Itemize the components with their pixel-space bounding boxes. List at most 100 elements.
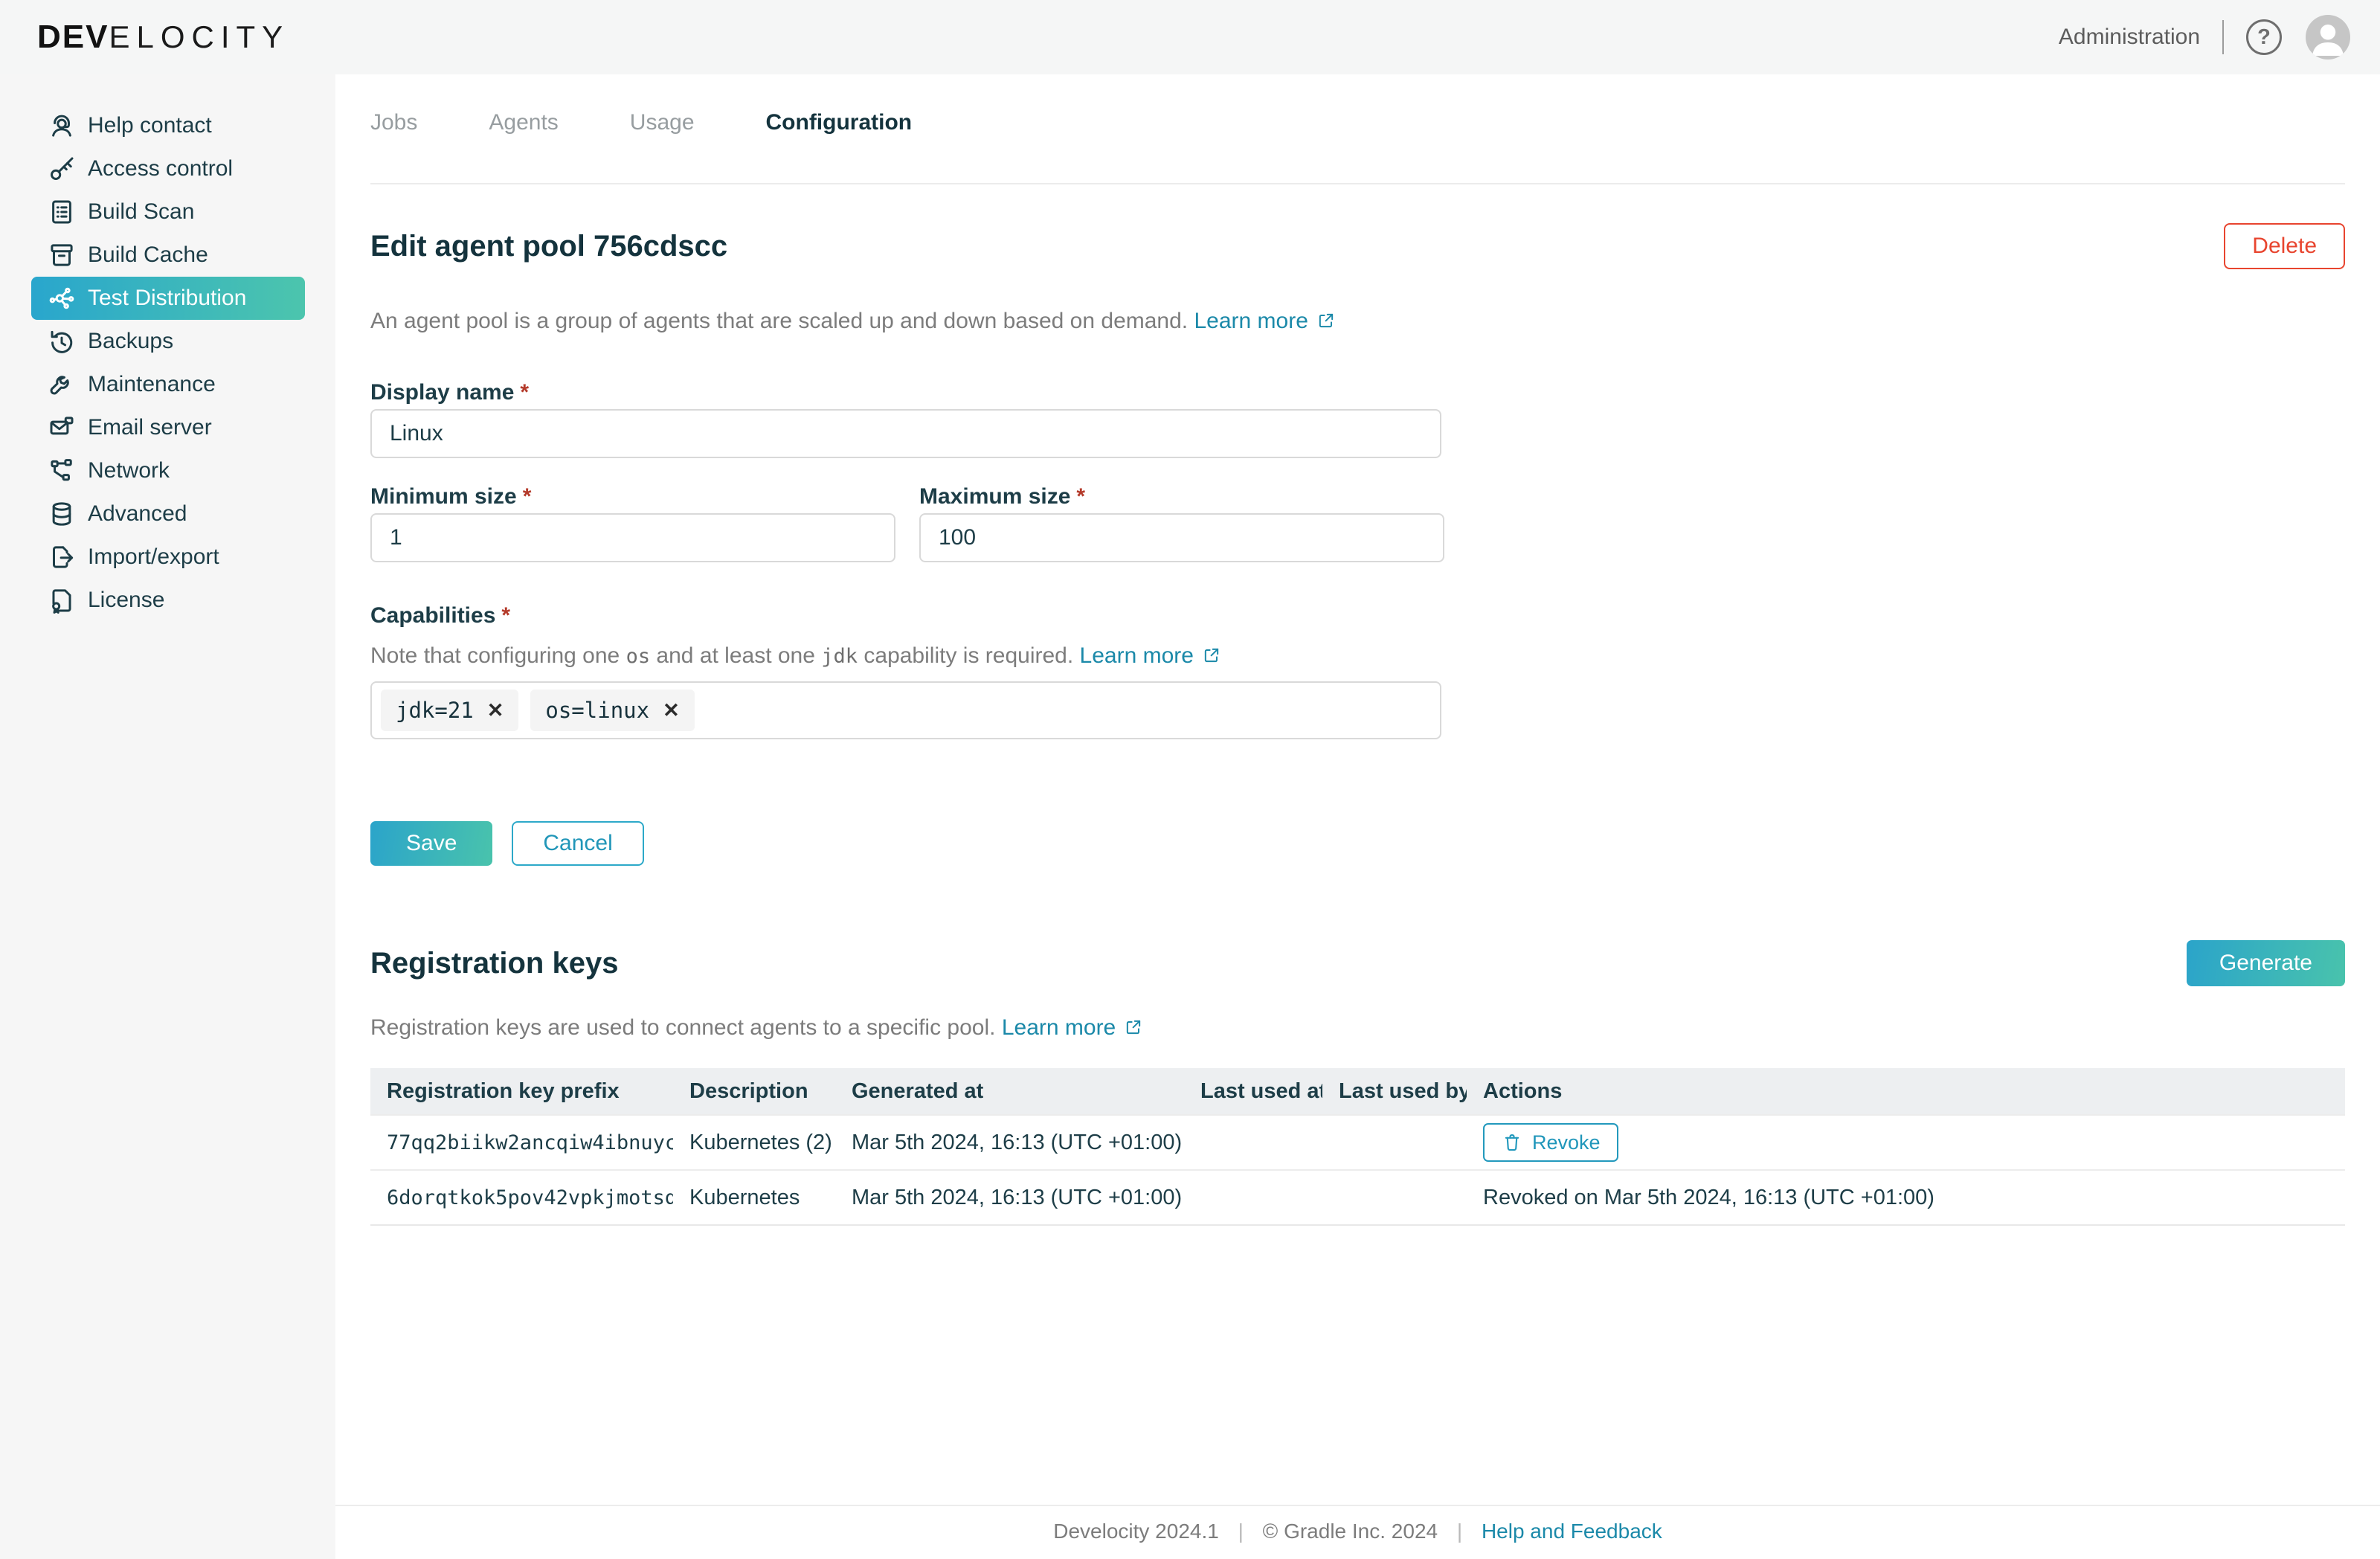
form-actions: Save Cancel xyxy=(370,821,2345,866)
revoke-button[interactable]: Revoke xyxy=(1483,1123,1618,1162)
registration-learn-more-link[interactable]: Learn more xyxy=(1002,1015,1144,1040)
history-clock-icon xyxy=(46,326,77,357)
cancel-button[interactable]: Cancel xyxy=(512,821,643,866)
wrench-icon xyxy=(46,369,77,400)
pool-tabs: Jobs Agents Usage Configuration xyxy=(370,74,2345,184)
save-button[interactable]: Save xyxy=(370,821,492,866)
table-row: 77qq2biikw2ancqiw4ibnuyckn Kubernetes (2… xyxy=(370,1114,2345,1169)
pool-description: An agent pool is a group of agents that … xyxy=(370,306,2345,339)
sidebar-item-email-server[interactable]: Email server xyxy=(0,406,335,449)
column-header-last-used-by: Last used by xyxy=(1322,1079,1467,1104)
sidebar-item-maintenance[interactable]: Maintenance xyxy=(0,363,335,406)
admin-sidebar: Help contact Access control Build Scan B… xyxy=(0,74,335,1559)
sidebar-item-label: Import/export xyxy=(88,544,219,570)
size-fields-row: Minimum size* Maximum size* xyxy=(370,458,2345,562)
generated-at-cell: Mar 5th 2024, 16:13 (UTC +01:00) xyxy=(835,1186,1184,1210)
external-link-icon xyxy=(1316,309,1337,339)
registration-keys-table: Registration key prefix Description Gene… xyxy=(370,1068,2345,1226)
column-header-last-used-at: Last used at xyxy=(1184,1079,1322,1104)
sidebar-item-help-contact[interactable]: Help contact xyxy=(0,104,335,147)
sidebar-item-build-cache[interactable]: Build Cache xyxy=(0,234,335,277)
capability-tag: jdk=21 ✕ xyxy=(381,690,518,731)
delete-button[interactable]: Delete xyxy=(2224,223,2345,269)
help-and-feedback-link[interactable]: Help and Feedback xyxy=(1482,1520,1662,1543)
key-prefix-cell: 77qq2biikw2ancqiw4ibnuyckn xyxy=(370,1131,673,1154)
logo-text-bold: DEV xyxy=(37,19,109,56)
description-cell: Kubernetes xyxy=(673,1186,835,1210)
column-header-actions: Actions xyxy=(1467,1079,2345,1104)
logo-text-light: ELOCITY xyxy=(109,19,289,55)
network-share-icon xyxy=(46,283,77,314)
footer-version: Develocity 2024.1 xyxy=(1053,1520,1219,1543)
generate-button[interactable]: Generate xyxy=(2187,940,2345,986)
database-icon xyxy=(46,498,77,530)
capabilities-tag-input[interactable]: jdk=21 ✕ os=linux ✕ xyxy=(370,681,1441,739)
sidebar-item-network[interactable]: Network xyxy=(0,449,335,492)
network-nodes-icon xyxy=(46,455,77,486)
sidebar-item-license[interactable]: License xyxy=(0,579,335,622)
sidebar-item-access-control[interactable]: Access control xyxy=(0,147,335,190)
external-link-icon xyxy=(1123,1016,1144,1046)
display-name-label: Display name* xyxy=(370,379,2345,406)
revoked-status-text: Revoked on Mar 5th 2024, 16:13 (UTC +01:… xyxy=(1467,1186,2345,1210)
top-bar: DEVELOCITY Administration ? xyxy=(0,0,2380,74)
column-header-generated-at: Generated at xyxy=(835,1079,1184,1104)
edit-pool-header: Edit agent pool 756cdscc Delete xyxy=(370,223,2345,269)
sidebar-item-label: Help contact xyxy=(88,113,212,138)
list-document-icon xyxy=(46,196,77,228)
tab-configuration[interactable]: Configuration xyxy=(766,107,913,138)
registration-keys-description: Registration keys are used to connect ag… xyxy=(370,1013,2345,1046)
generated-at-cell: Mar 5th 2024, 16:13 (UTC +01:00) xyxy=(835,1131,1184,1155)
external-link-icon xyxy=(1201,644,1222,674)
sidebar-item-label: Build Cache xyxy=(88,242,208,268)
sidebar-item-backups[interactable]: Backups xyxy=(0,320,335,363)
column-header-key-prefix: Registration key prefix xyxy=(370,1079,673,1104)
tab-jobs[interactable]: Jobs xyxy=(370,107,417,138)
display-name-input[interactable] xyxy=(370,409,1441,458)
trash-icon xyxy=(1501,1131,1523,1154)
sidebar-item-label: Network xyxy=(88,458,170,483)
os-code: os xyxy=(626,645,651,668)
user-avatar[interactable] xyxy=(2306,15,2350,60)
develocity-admin-page: DEVELOCITY Administration ? Help contact xyxy=(0,0,2380,1559)
sidebar-item-label: Access control xyxy=(88,156,233,181)
sidebar-item-advanced[interactable]: Advanced xyxy=(0,492,335,536)
sidebar-item-test-distribution[interactable]: Test Distribution xyxy=(31,277,305,320)
registration-keys-header: Registration keys Generate xyxy=(370,940,2345,986)
topbar-right-group: Administration ? xyxy=(2059,15,2350,60)
column-header-description: Description xyxy=(673,1079,835,1104)
sidebar-item-label: Email server xyxy=(88,415,212,440)
key-prefix-cell: 6dorqtkok5pov42vpkjmotsdcv xyxy=(370,1186,673,1209)
minimum-size-input[interactable] xyxy=(370,513,895,562)
develocity-logo[interactable]: DEVELOCITY xyxy=(37,19,289,56)
sidebar-item-import-export[interactable]: Import/export xyxy=(0,536,335,579)
maximum-size-label: Maximum size* xyxy=(919,483,1444,510)
headset-person-icon xyxy=(46,110,77,141)
sidebar-item-label: Advanced xyxy=(88,501,187,527)
actions-cell: Revoke xyxy=(1467,1123,2345,1162)
tab-usage[interactable]: Usage xyxy=(630,107,695,138)
person-icon xyxy=(2306,15,2350,60)
main-content: Jobs Agents Usage Configuration Edit age… xyxy=(335,74,2380,1559)
capabilities-learn-more-link[interactable]: Learn more xyxy=(1080,643,1222,668)
capability-tag: os=linux ✕ xyxy=(530,690,694,731)
mail-icon xyxy=(46,412,77,443)
minimum-size-label: Minimum size* xyxy=(370,483,895,510)
document-export-icon xyxy=(46,541,77,573)
help-icon[interactable]: ? xyxy=(2246,19,2282,55)
archive-box-icon xyxy=(46,240,77,271)
capabilities-note: Note that configuring one os and at leas… xyxy=(370,641,2345,674)
sidebar-item-label: Test Distribution xyxy=(88,286,246,311)
pool-learn-more-link[interactable]: Learn more xyxy=(1194,309,1336,333)
sidebar-item-label: Backups xyxy=(88,329,173,354)
maximum-size-input[interactable] xyxy=(919,513,1444,562)
sidebar-item-build-scan[interactable]: Build Scan xyxy=(0,190,335,234)
certificate-icon xyxy=(46,585,77,616)
remove-tag-icon[interactable]: ✕ xyxy=(487,699,504,722)
remove-tag-icon[interactable]: ✕ xyxy=(663,699,680,722)
table-header-row: Registration key prefix Description Gene… xyxy=(370,1068,2345,1114)
sidebar-item-label: Maintenance xyxy=(88,372,216,397)
tab-agents[interactable]: Agents xyxy=(489,107,558,138)
administration-link[interactable]: Administration xyxy=(2059,25,2200,50)
page-title: Edit agent pool 756cdscc xyxy=(370,223,727,269)
